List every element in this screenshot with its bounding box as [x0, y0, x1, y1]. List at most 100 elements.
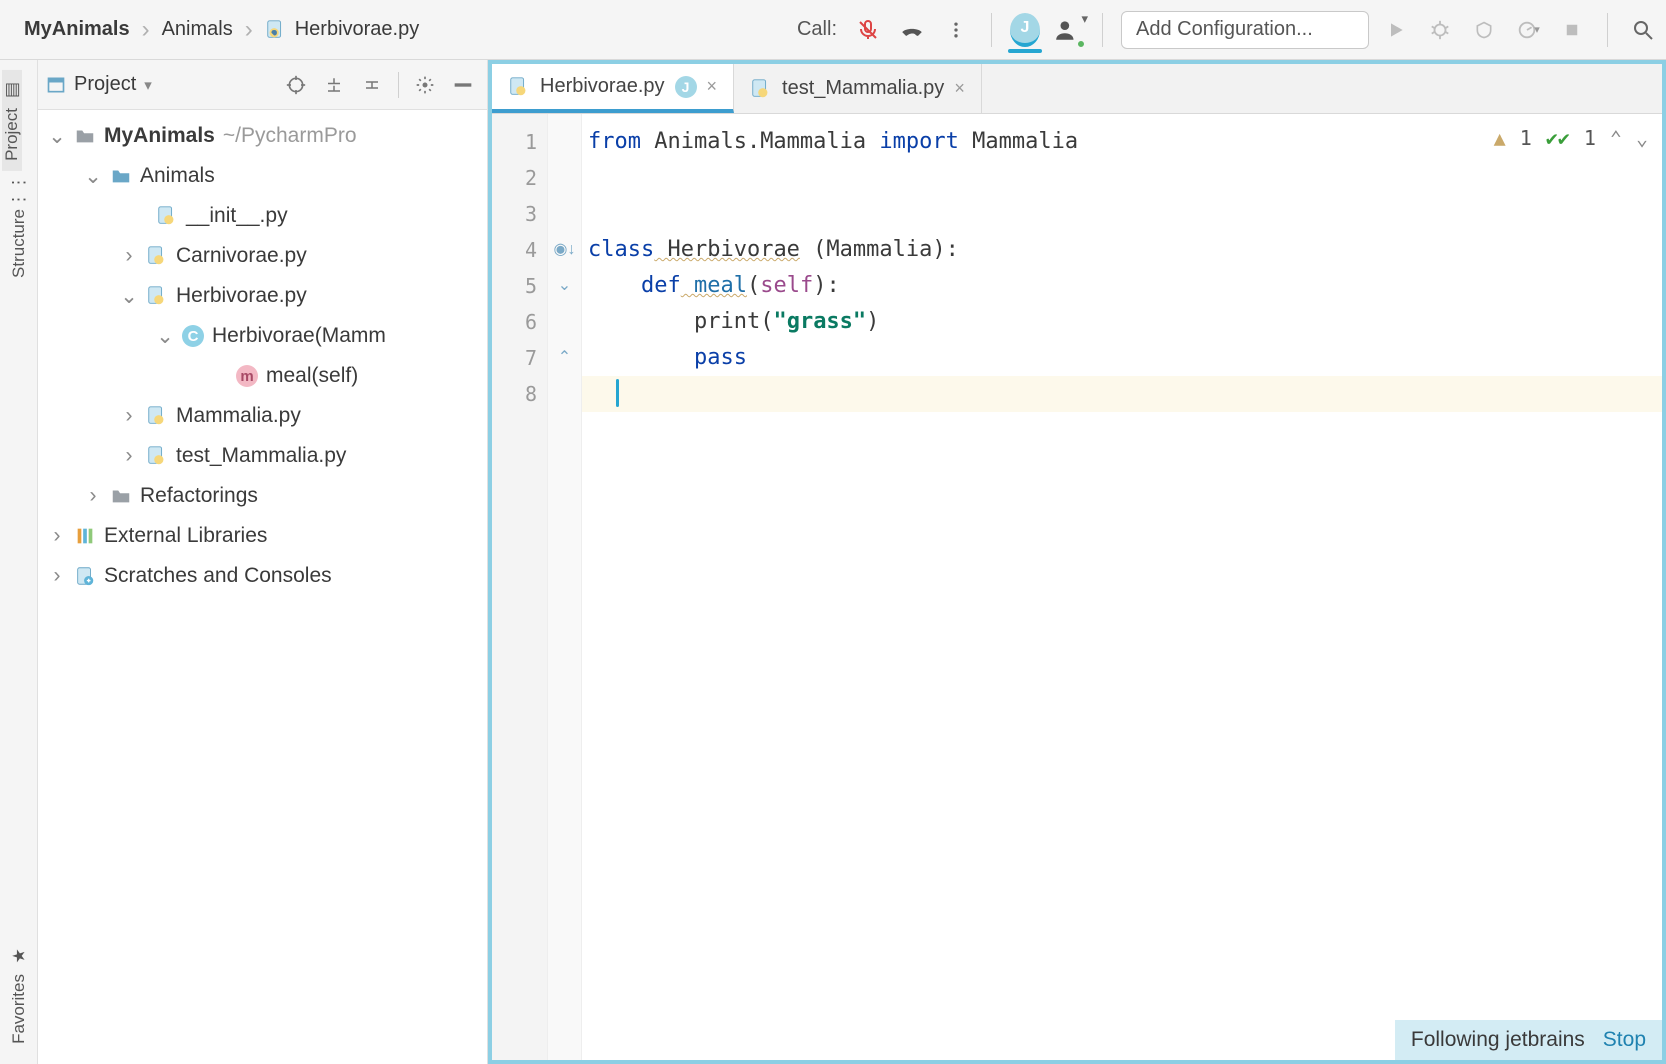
- python-file-icon: [156, 205, 178, 227]
- tool-tab-structure[interactable]: Structure ⋮⋮: [2, 171, 36, 288]
- breadcrumb-file-label: Herbivorae.py: [295, 18, 420, 41]
- python-file-icon: [265, 19, 287, 41]
- more-icon[interactable]: [939, 13, 973, 47]
- breadcrumb-folder[interactable]: Animals: [158, 15, 237, 44]
- folder-icon: ▤: [2, 82, 22, 98]
- project-tree[interactable]: ⌄ MyAnimals ~/PycharmPro ⌄ Animals __ini…: [38, 110, 487, 1064]
- project-view-selector[interactable]: Project ▾: [46, 73, 152, 96]
- online-dot-icon: [1076, 39, 1086, 49]
- line-number: 8: [492, 376, 537, 412]
- star-icon: ★: [9, 948, 29, 963]
- collaborator-avatar: J: [675, 76, 697, 98]
- warning-count: 1: [1520, 120, 1532, 156]
- call-label: Call:: [797, 18, 837, 41]
- project-window-icon: [46, 75, 66, 95]
- hangup-icon[interactable]: [895, 13, 929, 47]
- hide-icon[interactable]: [447, 69, 479, 101]
- libraries-icon: [74, 525, 96, 547]
- separator: [1607, 13, 1608, 47]
- collab-status-bar: Following jetbrains Stop: [1395, 1020, 1662, 1060]
- profile-icon[interactable]: ▾: [1511, 13, 1545, 47]
- chevron-right-icon: ›: [120, 444, 138, 468]
- breadcrumb-root[interactable]: MyAnimals: [20, 15, 134, 44]
- coverage-icon[interactable]: [1467, 13, 1501, 47]
- line-number: 2: [492, 160, 537, 196]
- code-token: (: [760, 309, 773, 334]
- invite-user-icon[interactable]: ▾: [1050, 13, 1084, 47]
- tree-carnivorae-label: Carnivorae.py: [176, 244, 307, 268]
- close-icon[interactable]: ×: [954, 78, 965, 99]
- tree-external-libraries[interactable]: › External Libraries: [38, 516, 487, 556]
- tree-file-init[interactable]: __init__.py: [38, 196, 487, 236]
- run-config-label: Add Configuration...: [1136, 18, 1313, 41]
- close-icon[interactable]: ×: [707, 76, 718, 97]
- debug-icon[interactable]: [1423, 13, 1457, 47]
- code-token: Herbivorae: [654, 237, 800, 262]
- run-configuration-dropdown[interactable]: Add Configuration...: [1121, 11, 1369, 49]
- search-icon[interactable]: [1626, 13, 1660, 47]
- code-token: meal: [681, 273, 747, 298]
- stop-icon[interactable]: [1555, 13, 1589, 47]
- line-number: 3: [492, 196, 537, 232]
- caret-line-highlight: [582, 376, 1662, 412]
- expand-all-icon[interactable]: [318, 69, 350, 101]
- prev-problem-icon[interactable]: ⌃: [1610, 120, 1622, 156]
- chevron-down-icon: ⌄: [156, 324, 174, 349]
- tab-herbivorae[interactable]: Herbivorae.py J ×: [492, 64, 734, 113]
- marker-gutter: ◉↓ ⌄ ⌃: [548, 114, 582, 1060]
- gear-icon[interactable]: [409, 69, 441, 101]
- tree-external-label: External Libraries: [104, 524, 267, 548]
- tree-test-mammalia-label: test_Mammalia.py: [176, 444, 346, 468]
- user-avatar[interactable]: J: [1010, 13, 1040, 47]
- mic-muted-icon[interactable]: [851, 13, 885, 47]
- class-icon: C: [182, 325, 204, 347]
- top-toolbar: MyAnimals › Animals › Herbivorae.py Call…: [0, 0, 1666, 60]
- code-token: from: [588, 129, 641, 154]
- code-token: self: [760, 273, 813, 298]
- chevron-right-icon: ›: [48, 524, 66, 548]
- tree-file-test-mammalia[interactable]: › test_Mammalia.py: [38, 436, 487, 476]
- folder-icon: [110, 165, 132, 187]
- code-token: (: [747, 273, 760, 298]
- tool-tab-project-label: Project: [2, 108, 22, 161]
- override-marker-icon[interactable]: ◉↓: [548, 232, 581, 268]
- inspection-widget[interactable]: ▲1 ✔✔1 ⌃ ⌄: [1494, 120, 1648, 156]
- breadcrumb-root-label: MyAnimals: [24, 18, 130, 41]
- editor-tabs: Herbivorae.py J × test_Mammalia.py ×: [492, 64, 1662, 114]
- tree-file-herbivorae[interactable]: ⌄ Herbivorae.py: [38, 276, 487, 316]
- tree-folder-animals[interactable]: ⌄ Animals: [38, 156, 487, 196]
- tree-file-carnivorae[interactable]: › Carnivorae.py: [38, 236, 487, 276]
- python-file-icon: [750, 78, 772, 100]
- next-problem-icon[interactable]: ⌄: [1636, 120, 1648, 156]
- scratches-icon: [74, 565, 96, 587]
- project-header: Project ▾: [38, 60, 487, 110]
- code-token: pass: [694, 345, 747, 370]
- fold-marker-icon[interactable]: ⌄: [548, 268, 581, 304]
- editor-body[interactable]: 1 2 3 4 5 6 7 8 ◉↓ ⌄ ⌃ from Animal: [492, 114, 1662, 1060]
- locate-icon[interactable]: [280, 69, 312, 101]
- tree-scratches[interactable]: › Scratches and Consoles: [38, 556, 487, 596]
- tree-root[interactable]: ⌄ MyAnimals ~/PycharmPro: [38, 116, 487, 156]
- run-icon[interactable]: [1379, 13, 1413, 47]
- tree-folder-refactorings[interactable]: › Refactorings: [38, 476, 487, 516]
- collaborator-cursor: [616, 379, 619, 407]
- tree-root-path: ~/PycharmPro: [223, 124, 357, 148]
- passed-count: 1: [1584, 120, 1596, 156]
- tool-tab-favorites[interactable]: Favorites ★: [9, 936, 29, 1054]
- separator: [398, 72, 399, 98]
- tree-method-label: meal(self): [266, 364, 358, 388]
- tree-herbivorae-label: Herbivorae.py: [176, 284, 307, 308]
- tree-method-meal[interactable]: m meal(self): [38, 356, 487, 396]
- breadcrumb-file[interactable]: Herbivorae.py: [261, 15, 424, 44]
- project-tool-window: Project ▾ ⌄ MyAnimals ~/PycharmPro ⌄ Ani…: [38, 60, 488, 1064]
- tool-tab-project[interactable]: Project ▤: [2, 70, 22, 171]
- tab-test-mammalia[interactable]: test_Mammalia.py ×: [734, 64, 982, 113]
- tree-file-mammalia[interactable]: › Mammalia.py: [38, 396, 487, 436]
- tree-class-herbivorae[interactable]: ⌄ C Herbivorae(Mamm: [38, 316, 487, 356]
- tree-mammalia-label: Mammalia.py: [176, 404, 301, 428]
- python-file-icon: [508, 76, 530, 98]
- collapse-all-icon[interactable]: [356, 69, 388, 101]
- code-area[interactable]: from Animals.Mammalia import Mammalia cl…: [582, 114, 1662, 1060]
- stop-following-link[interactable]: Stop: [1603, 1028, 1646, 1052]
- fold-marker-icon[interactable]: ⌃: [548, 340, 581, 376]
